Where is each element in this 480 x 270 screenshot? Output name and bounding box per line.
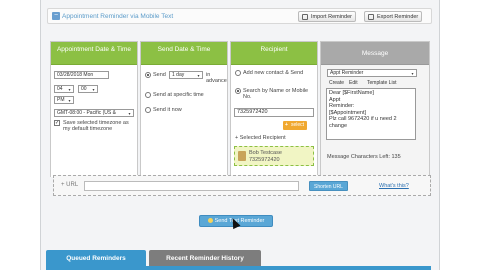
template-select[interactable]: Appt Reminder ▾ bbox=[327, 69, 417, 77]
chevron-down-icon: ▾ bbox=[92, 87, 95, 92]
url-input[interactable] bbox=[84, 181, 299, 191]
send-heading-text: Send Date & Time bbox=[157, 46, 211, 53]
message-textarea[interactable]: Dear [$FirstName] Appt Reminder: [$Appoi… bbox=[326, 88, 416, 140]
advance-select[interactable]: 1 day ▾ bbox=[169, 71, 203, 79]
chevron-down-icon: ▾ bbox=[128, 111, 131, 116]
message-line: change bbox=[329, 122, 348, 129]
message-heading: Message bbox=[321, 42, 429, 65]
send-heading: Send Date & Time bbox=[141, 42, 227, 65]
message-heading-text: Message bbox=[361, 50, 389, 57]
save-timezone-checkbox[interactable]: ✓ bbox=[54, 120, 60, 126]
url-label: + URL bbox=[61, 182, 79, 188]
panel-header: − Appointment Reminder via Mobile Text I… bbox=[47, 8, 432, 24]
template-list-link[interactable]: Template List bbox=[367, 80, 396, 86]
selected-label-text: Selected Recipient bbox=[239, 135, 286, 141]
recipient-heading-text: Recipient bbox=[260, 46, 288, 53]
recipient-heading: Recipient bbox=[231, 42, 317, 65]
recipient-column: Recipient Add new contact & Send Search … bbox=[230, 41, 318, 177]
contact-icon bbox=[238, 151, 246, 161]
minute-value: 00 bbox=[81, 86, 87, 92]
search-recipient-radio[interactable] bbox=[235, 88, 241, 94]
selected-recipient-label: + Selected Recipient bbox=[235, 135, 286, 141]
template-edit-link[interactable]: Edit bbox=[349, 80, 358, 86]
save-timezone-label: Save selected timezone as my default tim… bbox=[63, 120, 129, 132]
send-advance-suffix: in advance bbox=[206, 72, 227, 84]
appointment-column: Appointment Date & Time 03/28/2018 Mon 0… bbox=[50, 41, 138, 177]
chevron-down-icon: ▾ bbox=[68, 98, 71, 103]
search-recipient-label: Search by Name or Mobile No. bbox=[243, 88, 309, 100]
chevron-down-icon: ▾ bbox=[197, 73, 200, 78]
send-specific-time-radio[interactable] bbox=[145, 92, 151, 98]
chars-left-counter: Message Characters Left: 135 bbox=[327, 154, 401, 160]
chevron-down-icon: ▾ bbox=[411, 71, 414, 76]
send-advance-prefix: Send bbox=[153, 72, 166, 78]
tab-underline bbox=[46, 266, 431, 270]
collapse-icon[interactable]: − bbox=[52, 12, 60, 20]
export-icon bbox=[368, 14, 374, 20]
hour-value: 04 bbox=[57, 86, 63, 92]
add-contact-radio[interactable] bbox=[235, 70, 241, 76]
whats-this-link[interactable]: What's this? bbox=[379, 183, 409, 189]
shorten-url-button[interactable]: Shorten URL bbox=[309, 181, 348, 191]
import-label: Import Reminder bbox=[311, 14, 352, 20]
recipient-phone: 7325972420 bbox=[249, 157, 280, 163]
send-now-label: Send it now bbox=[153, 107, 182, 113]
reminder-panel: − Appointment Reminder via Mobile Text I… bbox=[40, 0, 440, 270]
selected-recipient-card[interactable]: Bob Testcase 7325972420 bbox=[234, 146, 314, 166]
appointment-heading-text: Appointment Date & Time bbox=[56, 46, 132, 53]
hour-select[interactable]: 04 ▾ bbox=[54, 85, 74, 93]
url-shortener-row: + URL Shorten URL What's this? bbox=[53, 175, 431, 196]
ampm-select[interactable]: PM ▾ bbox=[54, 96, 74, 104]
advance-value: 1 day bbox=[172, 72, 185, 78]
import-reminder-button[interactable]: Import Reminder bbox=[298, 11, 356, 22]
send-advance-radio[interactable] bbox=[145, 72, 151, 78]
appointment-date-input[interactable]: 03/28/2018 Mon bbox=[54, 71, 109, 79]
ampm-value: PM bbox=[57, 97, 65, 103]
timezone-value: GMT-08:00 - Pacific (US & bbox=[57, 110, 116, 116]
send-icon bbox=[207, 218, 213, 224]
select-recipient-button[interactable]: select bbox=[283, 121, 308, 130]
template-create-link[interactable]: Create bbox=[329, 80, 344, 86]
date-value: 03/28/2018 Mon bbox=[57, 72, 94, 78]
timezone-select[interactable]: GMT-08:00 - Pacific (US & ▾ bbox=[54, 109, 134, 117]
export-label: Export Reminder bbox=[377, 14, 419, 20]
recipient-search-input[interactable]: 7325972420 bbox=[234, 108, 314, 117]
message-column: Message Appt Reminder ▾ Create Edit Temp… bbox=[320, 41, 430, 177]
template-value: Appt Reminder bbox=[330, 70, 364, 76]
send-specific-time-label: Send at specific time bbox=[153, 92, 204, 98]
import-icon bbox=[302, 14, 308, 20]
appointment-body: 03/28/2018 Mon 04 ▾ 00 ▾ PM ▾ GMT-08:00 … bbox=[51, 65, 137, 177]
send-now-radio[interactable] bbox=[145, 107, 151, 113]
appointment-heading: Appointment Date & Time bbox=[51, 42, 137, 65]
left-margin bbox=[0, 0, 40, 270]
export-reminder-button[interactable]: Export Reminder bbox=[364, 11, 423, 22]
send-body: Send 1 day ▾ in advance Send at specific… bbox=[141, 65, 227, 177]
select-button-label: select bbox=[291, 122, 305, 128]
panel-title: Appointment Reminder via Mobile Text bbox=[62, 13, 174, 20]
add-contact-label: Add new contact & Send bbox=[243, 70, 304, 76]
recipient-name: Bob Testcase bbox=[249, 150, 282, 156]
chevron-down-icon: ▾ bbox=[68, 87, 71, 92]
send-column: Send Date & Time Send 1 day ▾ in advance… bbox=[140, 41, 228, 177]
right-margin bbox=[440, 0, 480, 270]
minute-select[interactable]: 00 ▾ bbox=[78, 85, 98, 93]
recipient-body: Add new contact & Send Search by Name or… bbox=[231, 65, 317, 177]
message-body: Appt Reminder ▾ Create Edit Template Lis… bbox=[321, 65, 429, 177]
search-value: 7325972420 bbox=[237, 109, 268, 115]
